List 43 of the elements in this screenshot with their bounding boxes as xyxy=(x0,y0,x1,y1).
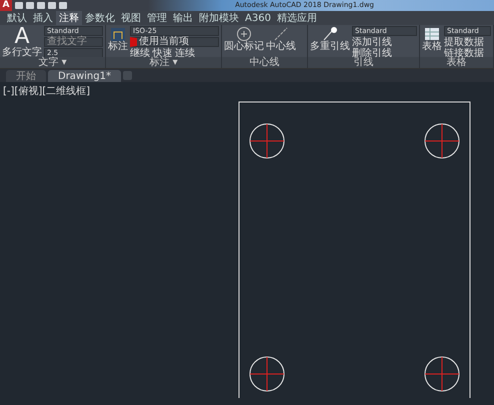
ribbon-tab[interactable]: 精选应用 xyxy=(274,11,320,25)
ribbon-tab[interactable]: A360 xyxy=(242,11,274,25)
ribbon-tab[interactable]: 插入 xyxy=(30,11,56,25)
hole-drawing xyxy=(250,356,284,392)
center-mark-icon[interactable] xyxy=(236,26,252,42)
file-tab[interactable]: Drawing1* xyxy=(48,70,121,82)
tool-button[interactable]: 连续 xyxy=(175,48,195,57)
new-tab-button[interactable] xyxy=(122,71,132,80)
dropdown-field[interactable]: 查找文字 xyxy=(44,37,103,47)
dimension-label[interactable]: 标注 xyxy=(108,42,128,52)
panel-title[interactable]: 表格 xyxy=(420,57,493,68)
tool-button[interactable]: 快速 xyxy=(152,48,172,57)
centerline-icon[interactable] xyxy=(273,26,289,42)
hole-drawing xyxy=(250,124,284,158)
viewport-label[interactable]: [-][俯视][二维线框] xyxy=(0,82,94,101)
ribbon-tab[interactable]: 输出 xyxy=(170,11,196,25)
file-tab[interactable]: 开始 xyxy=(6,70,46,82)
ribbon-tab[interactable]: 管理 xyxy=(144,11,170,25)
tool-label[interactable]: 圆心标记 xyxy=(224,42,264,52)
ribbon-tab[interactable]: 参数化 xyxy=(82,11,118,25)
app-menu-button[interactable]: A xyxy=(0,0,12,11)
ribbon-tab[interactable]: 附加模块 xyxy=(196,11,242,25)
multiline-text-label[interactable]: 多行文字 xyxy=(2,48,42,57)
ribbon-tab[interactable]: 默认 xyxy=(4,11,30,25)
leader-icon[interactable] xyxy=(322,26,338,42)
tool-button[interactable]: 添加引线 xyxy=(352,37,417,48)
dropdown-field[interactable]: 使用当前项 xyxy=(130,37,219,47)
tool-label[interactable]: 中心线 xyxy=(266,42,296,52)
hole-drawing xyxy=(424,356,460,392)
panel-title[interactable]: 文字 ▾ xyxy=(0,57,105,68)
panel-title[interactable]: 标注 ▾ xyxy=(106,57,221,68)
table-icon[interactable] xyxy=(424,26,440,42)
panel-title[interactable]: 中心线 xyxy=(222,57,307,68)
hole-drawing xyxy=(424,124,460,158)
tool-button[interactable]: 继续 xyxy=(130,48,150,57)
multileader-label[interactable]: 多重引线 xyxy=(310,42,350,52)
panel-title[interactable]: 引线 xyxy=(308,57,419,68)
ribbon-tab[interactable]: 注释 xyxy=(56,11,82,25)
dimension-icon[interactable] xyxy=(110,26,126,42)
ribbon-tab[interactable]: 视图 xyxy=(118,11,144,25)
tool-button[interactable]: 提取数据 xyxy=(444,37,491,48)
text-icon[interactable]: A xyxy=(14,26,30,48)
table-label[interactable]: 表格 xyxy=(422,42,442,52)
